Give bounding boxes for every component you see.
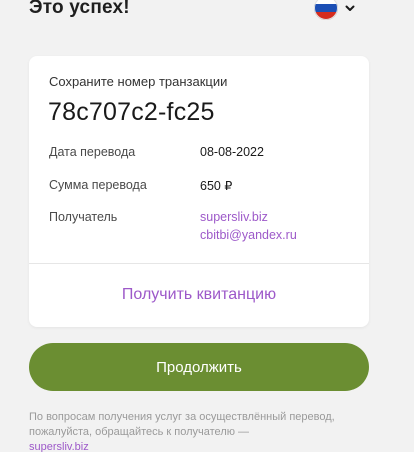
page-title: Это успех! <box>29 0 130 18</box>
support-footnote: По вопросам получения услуг за осуществл… <box>29 410 359 452</box>
recipient-site-link[interactable]: supersliv.biz <box>200 210 268 224</box>
date-label: Дата перевода <box>49 145 136 159</box>
continue-button[interactable]: Продолжить <box>29 343 369 391</box>
transaction-card: Сохраните номер транзакции 78c707c2-fc25… <box>29 56 369 327</box>
russia-flag-icon <box>314 0 338 20</box>
recipient-label: Получатель <box>49 210 118 224</box>
chevron-down-icon <box>345 5 355 11</box>
language-switcher[interactable] <box>314 0 356 20</box>
payment-success-page: Это успех! Сохраните номер транзакции 78… <box>0 0 414 452</box>
card-divider <box>29 263 369 264</box>
date-value: 08-08-2022 <box>200 145 264 159</box>
transaction-id: 78c707c2-fc25 <box>48 98 215 126</box>
amount-value: 650 ₽ <box>200 179 233 193</box>
recipient-email-link[interactable]: cbitbi@yandex.ru <box>200 228 297 242</box>
footnote-recipient-link[interactable]: supersliv.biz <box>29 441 89 452</box>
save-transaction-caption: Сохраните номер транзакции <box>49 74 228 89</box>
get-receipt-link[interactable]: Получить квитанцию <box>29 286 369 304</box>
amount-label: Сумма перевода <box>49 178 147 192</box>
footnote-text: По вопросам получения услуг за осуществл… <box>29 411 335 438</box>
